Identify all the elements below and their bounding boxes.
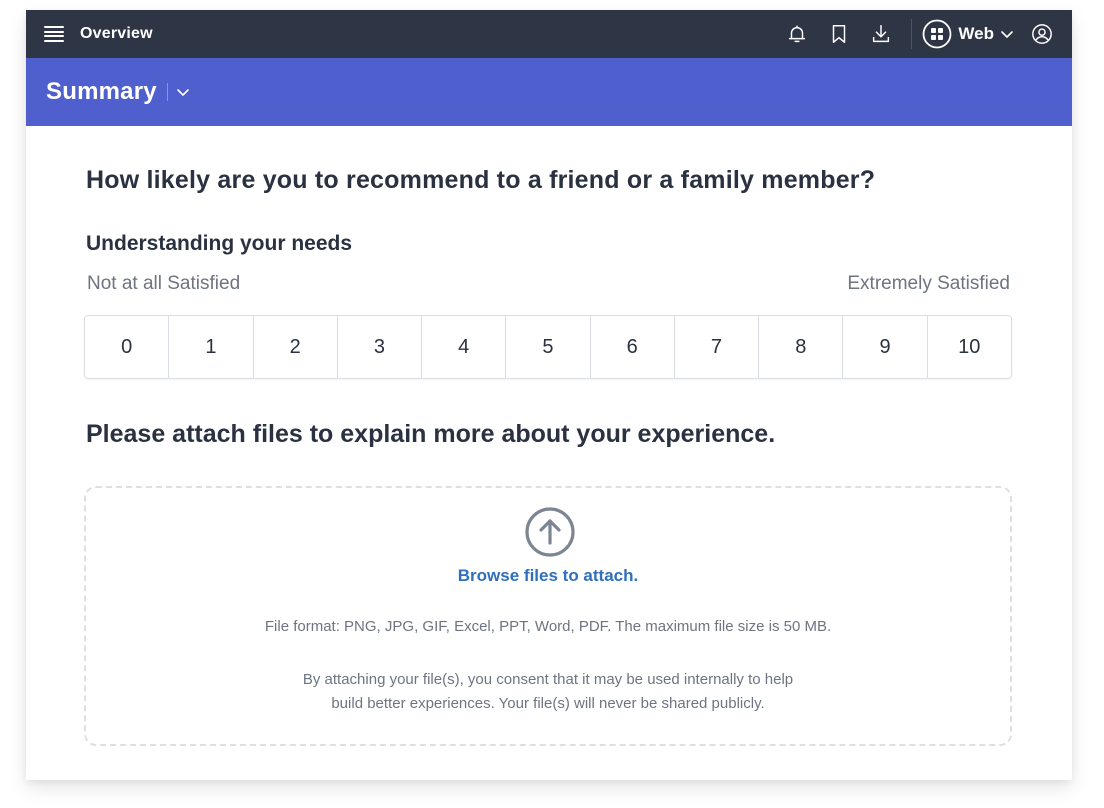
scale-option-2[interactable]: 2 bbox=[253, 316, 338, 378]
scale-option-9[interactable]: 9 bbox=[843, 316, 928, 378]
page-header: Summary bbox=[26, 58, 1072, 126]
consent-line-1: By attaching your file(s), you consent t… bbox=[302, 671, 794, 688]
chevron-down-icon bbox=[1001, 31, 1013, 38]
upload-arrow-icon[interactable] bbox=[524, 506, 576, 558]
title-separator bbox=[166, 83, 168, 101]
scale-option-0[interactable]: 0 bbox=[85, 316, 170, 378]
scale-option-4[interactable]: 4 bbox=[422, 316, 507, 378]
page-title: Summary bbox=[46, 78, 157, 105]
grid-icon bbox=[923, 19, 952, 49]
attach-files-heading: Please attach files to explain more abou… bbox=[86, 420, 776, 448]
scale-option-3[interactable]: 3 bbox=[337, 316, 423, 378]
scale-option-10[interactable]: 10 bbox=[927, 316, 1011, 378]
user-icon[interactable] bbox=[1030, 22, 1054, 46]
file-dropzone[interactable]: Browse files to attach. File format: PNG… bbox=[84, 486, 1012, 746]
top-bar: Overview Web bbox=[26, 10, 1072, 58]
browse-files-link[interactable]: Browse files to attach. bbox=[86, 566, 1010, 586]
scale-high-label: Extremely Satisfied bbox=[847, 273, 1010, 294]
scale-option-7[interactable]: 7 bbox=[674, 316, 760, 378]
scale-option-1[interactable]: 1 bbox=[169, 316, 254, 378]
platform-switcher[interactable]: Web bbox=[922, 19, 1014, 49]
topbar-title: Overview bbox=[80, 25, 153, 42]
bell-icon[interactable] bbox=[785, 22, 809, 46]
recommend-question: How likely are you to recommend to a fri… bbox=[86, 166, 876, 194]
bookmark-icon[interactable] bbox=[827, 22, 851, 46]
scale-option-6[interactable]: 6 bbox=[590, 316, 675, 378]
menu-icon[interactable] bbox=[44, 26, 64, 42]
consent-text: By attaching your file(s), you consent t… bbox=[86, 668, 1010, 716]
app-window: Overview Web Summary How likely are you … bbox=[26, 10, 1072, 780]
nps-scale: 0 1 2 3 4 5 6 7 8 9 10 bbox=[84, 315, 1012, 379]
page-menu-chevron-icon[interactable] bbox=[176, 85, 190, 99]
understanding-needs-heading: Understanding your needs bbox=[86, 232, 353, 255]
scale-low-label: Not at all Satisfied bbox=[87, 273, 241, 294]
topbar-divider bbox=[911, 19, 913, 49]
scale-option-5[interactable]: 5 bbox=[506, 316, 591, 378]
platform-label: Web bbox=[958, 24, 994, 43]
download-icon[interactable] bbox=[869, 22, 893, 46]
file-format-text: File format: PNG, JPG, GIF, Excel, PPT, … bbox=[264, 618, 832, 635]
consent-line-2: build better experiences. Your file(s) w… bbox=[331, 695, 765, 712]
scale-option-8[interactable]: 8 bbox=[759, 316, 844, 378]
